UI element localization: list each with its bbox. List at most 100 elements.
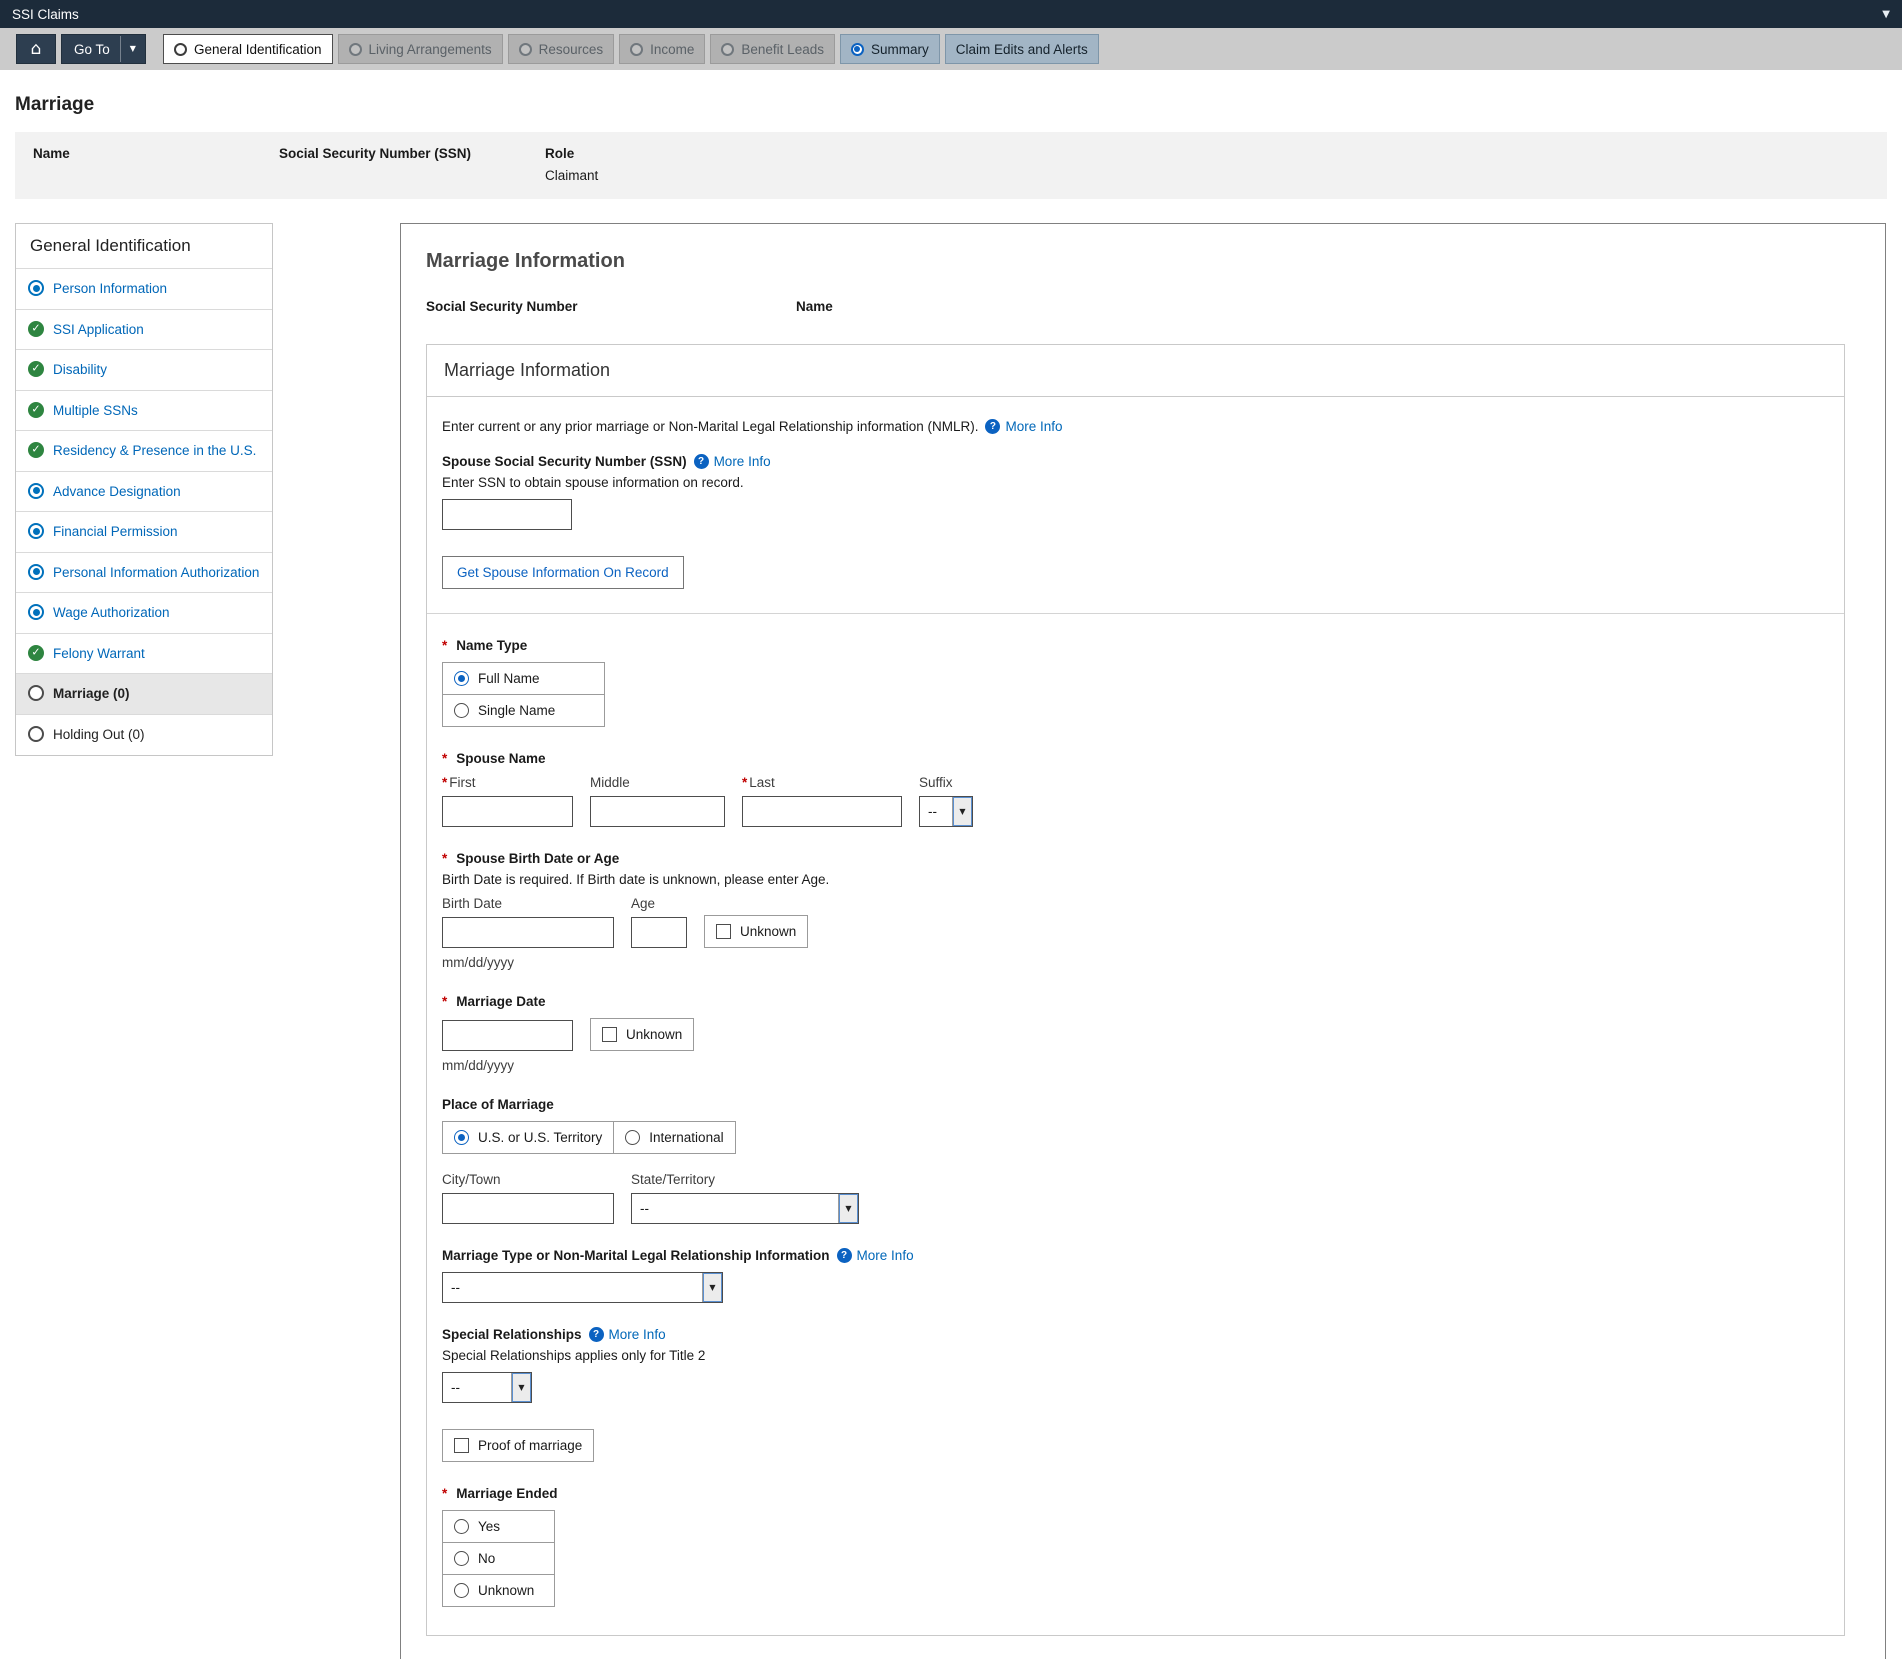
sidebar-item-label: Holding Out (0) — [53, 726, 145, 744]
first-name-input[interactable] — [442, 796, 573, 827]
radio-selected-icon — [851, 43, 864, 56]
spouse-ssn-more-info-link[interactable]: ? More Info — [694, 454, 771, 469]
special-relationships-row: -- ▼ — [442, 1372, 1827, 1403]
in-progress-icon — [28, 483, 44, 499]
full-name-option[interactable]: Full Name — [442, 662, 605, 695]
not-started-icon — [28, 726, 44, 742]
birth-fields: Birth Date Age Unknown — [442, 896, 1827, 948]
sidebar-item-marriage[interactable]: Marriage (0) — [16, 673, 272, 714]
marriage-ended-yes-option[interactable]: Yes — [442, 1510, 555, 1543]
sidebar-item-ssi-application[interactable]: SSI Application — [16, 309, 272, 350]
us-territory-option[interactable]: U.S. or U.S. Territory — [442, 1121, 614, 1154]
marriage-ended-no-option[interactable]: No — [442, 1542, 555, 1575]
sidebar-item-advance-designation[interactable]: Advance Designation — [16, 471, 272, 512]
go-to-button[interactable]: Go To ▼ — [61, 34, 146, 64]
sidebar-item-financial-permission[interactable]: Financial Permission — [16, 511, 272, 552]
suffix-select[interactable]: -- ▼ — [919, 796, 973, 827]
claimant-ssn-column: Social Security Number (SSN) — [279, 146, 545, 183]
special-relationships-value: -- — [443, 1373, 511, 1402]
in-progress-icon — [28, 523, 44, 539]
app-title: SSI Claims — [12, 7, 79, 22]
sidebar-item-wage-authorization[interactable]: Wage Authorization — [16, 592, 272, 633]
tab-claim-edits-and-alerts[interactable]: Claim Edits and Alerts — [945, 34, 1099, 64]
tab-general-identification[interactable]: General Identification — [163, 34, 333, 64]
last-name-input[interactable] — [742, 796, 902, 827]
claimant-header: Name Social Security Number (SSN) Role C… — [15, 132, 1887, 199]
option-label: Unknown — [626, 1027, 682, 1042]
section-divider — [427, 613, 1844, 614]
marriage-date-unknown-checkbox[interactable]: Unknown — [590, 1018, 694, 1051]
option-label: Unknown — [740, 924, 796, 939]
main-toolbar: ⌂ Go To ▼ General Identification Living … — [0, 28, 1902, 70]
suffix-field: Suffix -- ▼ — [919, 775, 973, 827]
marriage-type-more-info-link[interactable]: ? More Info — [837, 1248, 914, 1263]
get-spouse-information-button[interactable]: Get Spouse Information On Record — [442, 556, 684, 589]
age-field: Age — [631, 896, 687, 948]
birth-date-input[interactable] — [442, 917, 614, 948]
middle-name-input[interactable] — [590, 796, 725, 827]
tab-summary[interactable]: Summary — [840, 34, 940, 64]
sidebar-item-residency-presence[interactable]: Residency & Presence in the U.S. — [16, 430, 272, 471]
radio-unselected-icon — [630, 43, 643, 56]
middle-name-field: Middle — [590, 775, 725, 827]
chevron-down-icon[interactable]: ▼ — [1882, 9, 1890, 20]
home-button[interactable]: ⌂ — [16, 34, 56, 64]
sidebar-item-multiple-ssns[interactable]: Multiple SSNs — [16, 390, 272, 431]
age-input[interactable] — [631, 917, 687, 948]
option-label: Full Name — [478, 671, 540, 686]
chevron-down-icon: ▼ — [120, 36, 145, 62]
tab-income[interactable]: Income — [619, 34, 705, 64]
marriage-type-label-row: Marriage Type or Non-Marital Legal Relat… — [442, 1248, 1827, 1263]
marriage-panel: Marriage Information Social Security Num… — [400, 223, 1886, 1659]
sidebar-item-personal-information-authorization[interactable]: Personal Information Authorization — [16, 552, 272, 593]
sidebar-item-felony-warrant[interactable]: Felony Warrant — [16, 633, 272, 674]
get-spouse-row: Get Spouse Information On Record — [442, 556, 1827, 589]
marriage-date-input[interactable] — [442, 1020, 573, 1051]
radio-selected-icon — [454, 671, 469, 686]
tab-benefit-leads[interactable]: Benefit Leads — [710, 34, 835, 64]
international-option[interactable]: International — [613, 1121, 735, 1154]
radio-unselected-icon — [454, 1583, 469, 1598]
sidebar-item-holding-out[interactable]: Holding Out (0) — [16, 714, 272, 755]
marriage-ended-unknown-option[interactable]: Unknown — [442, 1574, 555, 1607]
special-relationships-more-info-link[interactable]: ? More Info — [589, 1327, 666, 1342]
sidebar-item-label: Disability — [53, 361, 107, 379]
page-title: Marriage — [15, 94, 1902, 116]
radio-unselected-icon — [349, 43, 362, 56]
suffix-label: Suffix — [919, 775, 973, 790]
spouse-ssn-label: Spouse Social Security Number (SSN) — [442, 454, 687, 469]
special-relationships-label: Special Relationships — [442, 1327, 582, 1342]
app-header: SSI Claims ▼ — [0, 0, 1902, 28]
sidebar-title: General Identification — [16, 224, 272, 268]
option-label: Single Name — [478, 703, 555, 718]
checkbox-icon — [454, 1438, 469, 1453]
tab-living-arrangements[interactable]: Living Arrangements — [338, 34, 503, 64]
spouse-record-header: Social Security Number Name — [426, 299, 1845, 314]
tab-label: Benefit Leads — [741, 42, 824, 57]
city-town-input[interactable] — [442, 1193, 614, 1224]
marriage-type-select[interactable]: -- ▼ — [442, 1272, 723, 1303]
chevron-down-icon: ▼ — [838, 1194, 858, 1223]
marriage-ended-label: Marriage Ended — [442, 1486, 1827, 1501]
form-body: Enter current or any prior marriage or N… — [427, 397, 1844, 1635]
birth-unknown-checkbox[interactable]: Unknown — [704, 915, 808, 948]
proof-of-marriage-checkbox[interactable]: Proof of marriage — [442, 1429, 594, 1462]
spouse-ssn-input[interactable] — [442, 499, 572, 530]
birth-date-format: mm/dd/yyyy — [442, 955, 1827, 970]
nmlr-more-info-link[interactable]: ? More Info — [985, 419, 1062, 434]
more-info-label: More Info — [857, 1248, 914, 1263]
sidebar-item-disability[interactable]: Disability — [16, 349, 272, 390]
state-territory-select[interactable]: -- ▼ — [631, 1193, 859, 1224]
form-intro: Enter current or any prior marriage or N… — [442, 419, 1827, 434]
complete-check-icon — [28, 442, 44, 458]
special-relationships-select[interactable]: -- ▼ — [442, 1372, 532, 1403]
first-name-field: First — [442, 775, 573, 827]
claimant-name-column: Name — [33, 146, 279, 183]
sidebar-item-person-information[interactable]: Person Information — [16, 268, 272, 309]
tab-label: Claim Edits and Alerts — [956, 42, 1088, 57]
sidebar-item-label: Person Information — [53, 280, 167, 298]
single-name-option[interactable]: Single Name — [442, 694, 605, 727]
place-fields: City/Town State/Territory -- ▼ — [442, 1172, 1827, 1224]
marriage-date-fields: Unknown — [442, 1018, 1827, 1051]
tab-resources[interactable]: Resources — [508, 34, 615, 64]
